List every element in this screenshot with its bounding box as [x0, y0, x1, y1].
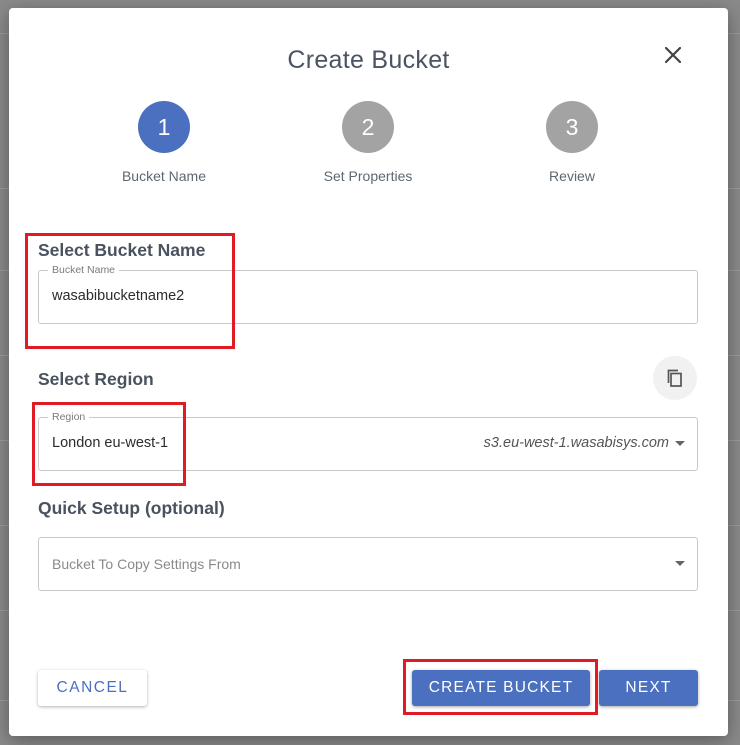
- region-heading: Select Region: [38, 369, 154, 389]
- dropdown-caret-icon: [675, 441, 685, 446]
- step-number-circle: 2: [342, 101, 394, 153]
- dialog-title: Create Bucket: [287, 46, 450, 74]
- step-review: 3 Review: [492, 101, 652, 184]
- step-label: Review: [549, 168, 595, 184]
- copy-settings-select[interactable]: Bucket To Copy Settings From: [38, 537, 698, 591]
- bucket-name-input[interactable]: Bucket Name wasabibucketname2: [38, 264, 698, 324]
- step-label: Bucket Name: [121, 168, 207, 184]
- close-button[interactable]: [659, 41, 687, 69]
- next-button[interactable]: NEXT: [599, 670, 698, 706]
- step-set-properties: 2 Set Properties: [288, 101, 448, 184]
- region-select[interactable]: Region London eu-west-1 s3.eu-west-1.was…: [38, 411, 698, 471]
- region-field-label: Region: [48, 411, 90, 423]
- bucket-name-field-label: Bucket Name: [48, 264, 120, 276]
- step-number-circle: 1: [138, 101, 190, 153]
- bucket-name-heading: Select Bucket Name: [38, 240, 206, 260]
- step-label: Set Properties: [323, 168, 413, 184]
- step-bucket-name: 1 Bucket Name: [84, 101, 244, 184]
- cancel-button[interactable]: CANCEL: [38, 670, 147, 706]
- copy-settings-placeholder: Bucket To Copy Settings From: [52, 556, 241, 572]
- create-bucket-button[interactable]: CREATE BUCKET: [412, 670, 590, 706]
- dropdown-caret-icon: [675, 561, 685, 566]
- close-icon: [665, 47, 681, 63]
- step-number-circle: 3: [546, 101, 598, 153]
- region-endpoint: s3.eu-west-1.wasabisys.com: [483, 435, 669, 451]
- copy-endpoint-button[interactable]: [653, 356, 697, 400]
- copy-icon: [667, 369, 682, 387]
- bucket-name-value: wasabibucketname2: [52, 288, 185, 304]
- region-value: London eu-west-1: [52, 435, 169, 451]
- create-bucket-dialog: Create Bucket 1 Bucket Name 2 Set Proper…: [9, 8, 728, 736]
- quick-setup-heading: Quick Setup (optional): [38, 498, 225, 518]
